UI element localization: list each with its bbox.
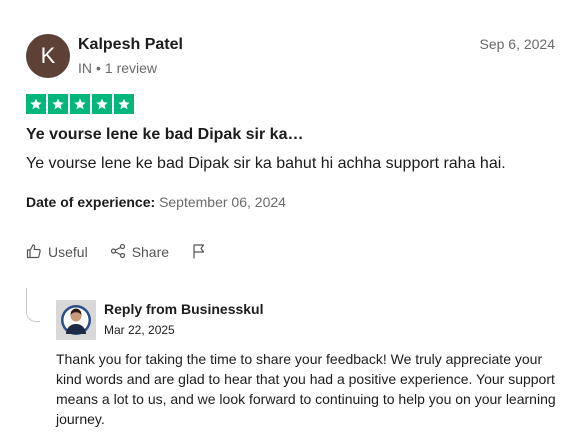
useful-button[interactable]: Useful (26, 243, 88, 262)
review-card: K Kalpesh Patel IN • 1 review Sep 6, 202… (0, 0, 576, 447)
star-rating (26, 94, 134, 114)
star-icon (114, 94, 134, 114)
meta-separator: • (96, 60, 101, 76)
reviewer-meta: IN • 1 review (78, 60, 157, 76)
experience-date: September 06, 2024 (159, 194, 286, 210)
share-icon (110, 243, 126, 262)
reviewer-review-count: 1 review (104, 60, 158, 76)
flag-icon (191, 243, 207, 262)
reviewer-name[interactable]: Kalpesh Patel (78, 36, 183, 54)
star-icon (26, 94, 46, 114)
business-avatar (56, 300, 96, 340)
experience-label: Date of experience: (26, 194, 156, 210)
reply-text: Thank you for taking the time to share y… (56, 351, 556, 427)
reply-from: Reply from Businesskul (104, 301, 264, 317)
business-logo-icon (56, 300, 96, 340)
reply-connector (26, 288, 40, 322)
date-of-experience: Date of experience: September 06, 2024 (26, 194, 286, 210)
useful-label: Useful (48, 244, 88, 260)
review-body: Ye vourse lene ke bad Dipak sir ka bahut… (26, 155, 506, 172)
review-title[interactable]: Ye vourse lene ke bad Dipak sir ka… (26, 126, 303, 144)
review-actions: Useful Share (26, 242, 229, 262)
report-button[interactable] (191, 243, 207, 262)
reviewer-country: IN (78, 60, 92, 76)
thumbs-up-icon (26, 243, 42, 262)
star-icon (70, 94, 90, 114)
star-icon (48, 94, 68, 114)
avatar[interactable]: K (26, 34, 70, 78)
star-icon (92, 94, 112, 114)
review-date: Sep 6, 2024 (479, 36, 555, 52)
share-button[interactable]: Share (110, 243, 169, 262)
reply-date: Mar 22, 2025 (104, 323, 175, 337)
share-label: Share (131, 244, 170, 260)
